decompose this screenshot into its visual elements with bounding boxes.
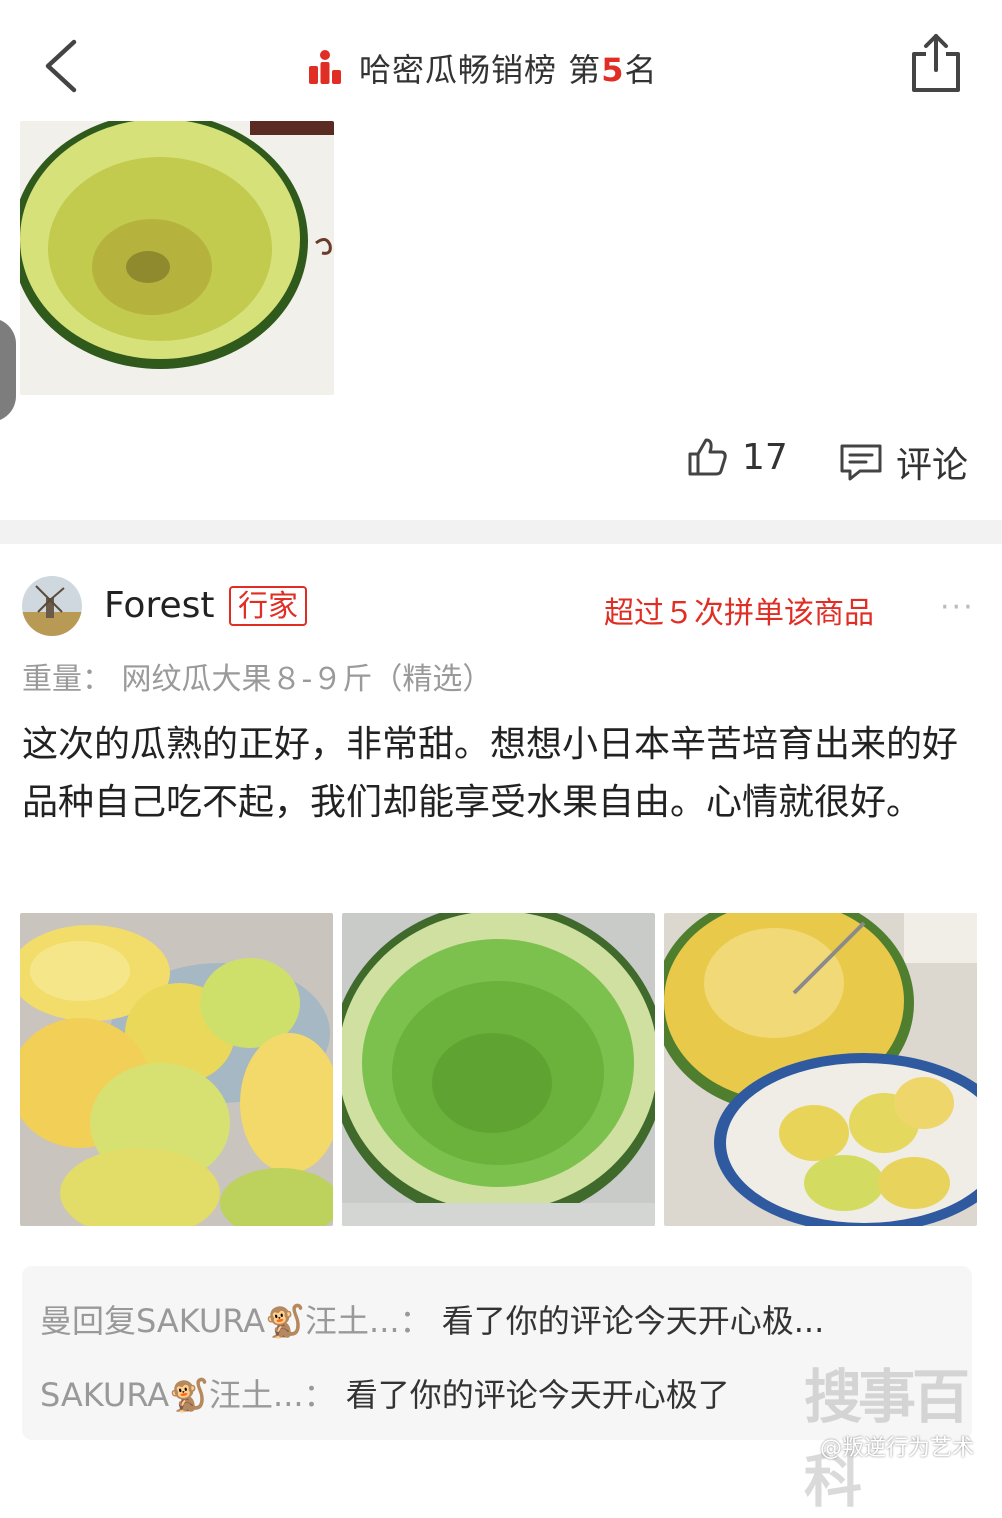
spec-value: 网纹瓜大果８-９斤（精选）: [121, 662, 493, 697]
review-photo-melon-shell[interactable]: [20, 121, 334, 395]
like-count: 17: [742, 436, 788, 478]
reply-author: 曼回复SAKURA🐒汪土...：: [40, 1302, 432, 1340]
top-navigation-bar: 哈密瓜畅销榜 第5名: [0, 0, 1002, 125]
floating-scroll-handle[interactable]: [0, 318, 16, 422]
product-spec: 重量： 网纹瓜大果８-９斤（精选）: [22, 654, 492, 698]
ranking-suffix: 名: [624, 51, 658, 89]
expert-badge: 行家: [229, 586, 307, 626]
group-buy-note: 超过５次拼单该商品: [604, 596, 874, 631]
ranking-title[interactable]: 哈密瓜畅销榜 第5名: [305, 42, 657, 94]
like-button[interactable]: 17: [686, 436, 788, 478]
thumbs-up-icon: [688, 438, 727, 476]
username[interactable]: Forest: [104, 585, 214, 626]
reply-item[interactable]: 曼回复SAKURA🐒汪土...： 看了你的评论今天开心极...: [40, 1296, 824, 1342]
reply-text: 看了你的评论今天开心极了: [345, 1376, 730, 1414]
review-text: 这次的瓜熟的正好，非常甜。想想小日本辛苦培育出来的好品种自己吃不起，我们却能享受…: [22, 724, 959, 823]
review-photo-melon-plate[interactable]: [664, 913, 977, 1226]
ranking-number: 5: [601, 51, 625, 89]
more-options-button[interactable]: ···: [940, 590, 975, 625]
ranking-prefix: 哈密瓜畅销榜 第: [359, 51, 602, 89]
ranking-label: 哈密瓜畅销榜 第5名: [359, 45, 657, 91]
share-button[interactable]: [908, 32, 964, 94]
ranking-chart-icon: [309, 50, 341, 84]
avatar[interactable]: [22, 576, 82, 636]
comment-button[interactable]: 评论: [838, 436, 968, 488]
spec-label: 重量：: [22, 662, 112, 697]
share-icon: [912, 34, 960, 92]
reply-text: 看了你的评论今天开心极...: [441, 1302, 825, 1340]
review-photo-melon-rind[interactable]: [342, 913, 655, 1226]
review-photo-melon-chunks[interactable]: [20, 913, 333, 1226]
comment-label: 评论: [896, 445, 969, 486]
back-button[interactable]: [40, 36, 88, 96]
reply-author: SAKURA🐒汪土...：: [40, 1376, 336, 1414]
section-divider: [0, 520, 1002, 544]
reply-item[interactable]: SAKURA🐒汪土...： 看了你的评论今天开心极了: [40, 1370, 730, 1416]
watermark-handle: @叛逆行为艺术: [820, 1436, 975, 1461]
comment-bubble-icon: [840, 444, 882, 481]
chevron-left-icon: [45, 39, 77, 93]
